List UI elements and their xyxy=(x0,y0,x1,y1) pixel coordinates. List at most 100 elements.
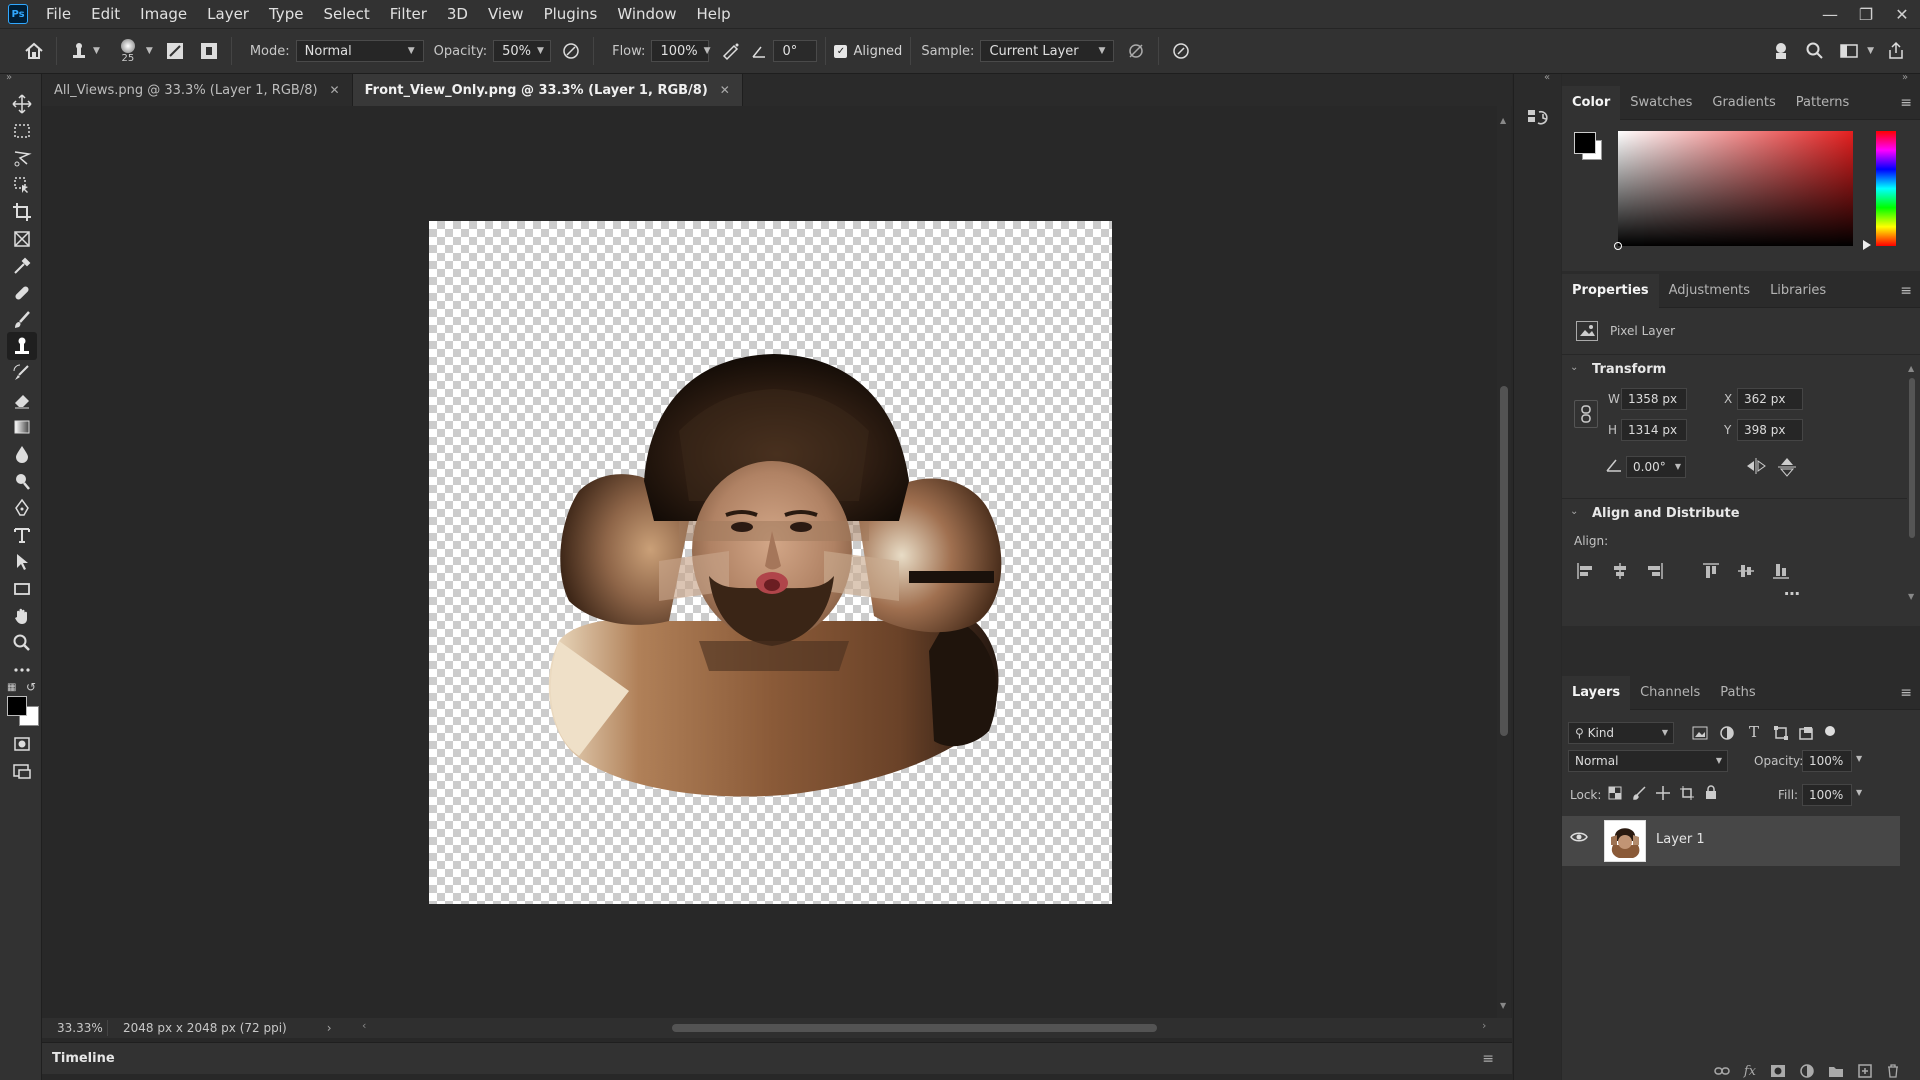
layer-row[interactable]: Layer 1 xyxy=(1562,816,1900,866)
add-mask-icon[interactable] xyxy=(1770,1064,1786,1078)
align-center-icon[interactable] xyxy=(1611,562,1629,580)
screen-mode-icon[interactable] xyxy=(7,757,37,785)
new-layer-icon[interactable] xyxy=(1858,1064,1872,1078)
tab-libraries[interactable]: Libraries xyxy=(1760,274,1836,308)
hand-tool-icon[interactable] xyxy=(7,602,37,630)
menu-select[interactable]: Select xyxy=(313,0,379,28)
menu-icon[interactable]: ≡ xyxy=(1900,283,1912,299)
chevron-down-icon[interactable]: ▼ xyxy=(1856,754,1862,763)
menu-icon[interactable]: ≡ xyxy=(1900,685,1912,701)
brush-size-picker[interactable]: 25 xyxy=(114,38,142,64)
restore-button[interactable]: ❐ xyxy=(1848,0,1884,28)
default-colors-icon[interactable]: ▦ xyxy=(7,682,16,693)
home-icon[interactable] xyxy=(20,37,48,65)
align-right-icon[interactable] xyxy=(1646,562,1664,580)
menu-window[interactable]: Window xyxy=(607,0,686,28)
healing-brush-tool-icon[interactable] xyxy=(7,279,37,307)
foreground-color-swatch[interactable] xyxy=(7,696,27,716)
menu-icon[interactable]: ≡ xyxy=(1482,1051,1494,1067)
minimize-button[interactable]: — xyxy=(1812,0,1848,28)
airbrush-icon[interactable] xyxy=(717,37,745,65)
mode-select[interactable]: Normal ▼ xyxy=(295,40,424,62)
canvas-workspace[interactable] xyxy=(42,106,1497,1018)
layer-style-fx-icon[interactable]: fx xyxy=(1744,1064,1756,1079)
layer-name[interactable]: Layer 1 xyxy=(1656,832,1705,847)
horizontal-scrollbar[interactable]: ‹ › xyxy=(352,1019,1492,1033)
scroll-right-icon[interactable]: › xyxy=(1482,1019,1486,1032)
gradient-tool-icon[interactable] xyxy=(7,413,37,441)
chevron-down-icon[interactable]: ▼ xyxy=(1867,46,1874,56)
filter-shape-icon[interactable] xyxy=(1774,726,1788,740)
scroll-left-icon[interactable]: ‹ xyxy=(362,1019,366,1032)
horizontal-scroll-thumb[interactable] xyxy=(672,1024,1157,1032)
clone-stamp-tool-icon[interactable] xyxy=(7,332,37,360)
y-field[interactable]: 398 px xyxy=(1737,419,1803,441)
link-layers-icon[interactable] xyxy=(1714,1065,1730,1077)
clone-stamp-preset-icon[interactable] xyxy=(65,37,93,65)
lock-all-icon[interactable] xyxy=(1704,785,1718,800)
height-field[interactable]: 1314 px xyxy=(1621,419,1687,441)
object-selection-tool-icon[interactable] xyxy=(7,171,37,199)
scroll-down-icon[interactable]: ▼ xyxy=(1500,1001,1506,1010)
layer-filter-kind[interactable]: ⚲ Kind ▼ xyxy=(1568,722,1674,744)
dodge-tool-icon[interactable] xyxy=(7,467,37,495)
menu-view[interactable]: View xyxy=(478,0,534,28)
width-field[interactable]: 1358 px xyxy=(1621,388,1687,410)
collapse-dock-icon[interactable]: « xyxy=(1544,72,1550,83)
marquee-tool-icon[interactable] xyxy=(7,117,37,145)
history-brush-tool-icon[interactable] xyxy=(7,359,37,387)
opacity-input[interactable]: 50% ▼ xyxy=(493,40,552,62)
type-tool-icon[interactable] xyxy=(7,521,37,549)
history-panel-icon[interactable] xyxy=(1526,106,1550,130)
menu-help[interactable]: Help xyxy=(686,0,740,28)
brush-tool-icon[interactable] xyxy=(7,306,37,334)
layer-opacity-field[interactable]: 100% xyxy=(1802,750,1852,772)
close-icon[interactable]: ✕ xyxy=(720,83,730,97)
clone-source-icon[interactable] xyxy=(195,37,223,65)
scroll-up-icon[interactable]: ▲ xyxy=(1500,116,1506,125)
blend-mode-select[interactable]: Normal ▼ xyxy=(1568,750,1728,772)
eyedropper-tool-icon[interactable] xyxy=(7,252,37,280)
align-bottom-icon[interactable] xyxy=(1772,562,1790,580)
color-fg-swatch[interactable] xyxy=(1574,132,1596,154)
lock-pixels-icon[interactable] xyxy=(1632,786,1646,800)
align-left-icon[interactable] xyxy=(1576,562,1594,580)
filter-pixel-icon[interactable] xyxy=(1692,726,1708,740)
hue-slider-marker[interactable] xyxy=(1863,240,1871,250)
menu-filter[interactable]: Filter xyxy=(380,0,437,28)
menu-file[interactable]: File xyxy=(36,0,81,28)
lasso-tool-icon[interactable] xyxy=(7,144,37,172)
tab-color[interactable]: Color xyxy=(1562,85,1621,120)
filter-smart-object-icon[interactable] xyxy=(1799,726,1813,740)
sample-select[interactable]: Current Layer ▼ xyxy=(980,40,1115,62)
filter-toggle[interactable] xyxy=(1825,726,1835,736)
tab-paths[interactable]: Paths xyxy=(1710,676,1765,710)
chevron-down-icon[interactable]: ⌄ xyxy=(1570,362,1578,373)
tab-timeline[interactable]: Timeline xyxy=(42,1051,125,1066)
more-options-icon[interactable]: ⋯ xyxy=(1784,584,1800,603)
quick-mask-icon[interactable] xyxy=(7,730,37,758)
share-icon[interactable] xyxy=(1882,37,1910,65)
crop-tool-icon[interactable] xyxy=(7,198,37,226)
align-middle-icon[interactable] xyxy=(1737,562,1755,580)
lock-transparent-icon[interactable] xyxy=(1608,786,1622,800)
tab-adjustments[interactable]: Adjustments xyxy=(1659,274,1760,308)
tab-channels[interactable]: Channels xyxy=(1630,676,1710,710)
ignore-adjustment-layers-icon[interactable] xyxy=(1122,37,1150,65)
tab-front-view-only[interactable]: Front_View_Only.png @ 33.3% (Layer 1, RG… xyxy=(352,74,743,106)
collapse-toolbar-icon[interactable]: » xyxy=(6,72,12,83)
close-icon[interactable]: ✕ xyxy=(330,83,340,97)
blur-tool-icon[interactable] xyxy=(7,440,37,468)
tab-gradients[interactable]: Gradients xyxy=(1702,86,1785,120)
chevron-down-icon[interactable]: ▼ xyxy=(1856,788,1862,797)
aligned-checkbox[interactable]: ✓ xyxy=(834,44,848,58)
rectangle-tool-icon[interactable] xyxy=(7,575,37,603)
fill-field[interactable]: 100% xyxy=(1802,784,1852,806)
zoom-level[interactable]: 33.33% xyxy=(42,1021,103,1035)
close-window-button[interactable]: ✕ xyxy=(1884,0,1920,28)
lock-artboard-icon[interactable] xyxy=(1680,786,1694,800)
new-group-icon[interactable] xyxy=(1828,1064,1844,1078)
vertical-scrollbar[interactable]: ▲ ▼ xyxy=(1497,106,1511,1018)
align-top-icon[interactable] xyxy=(1702,562,1720,580)
visibility-eye-icon[interactable] xyxy=(1570,830,1588,848)
